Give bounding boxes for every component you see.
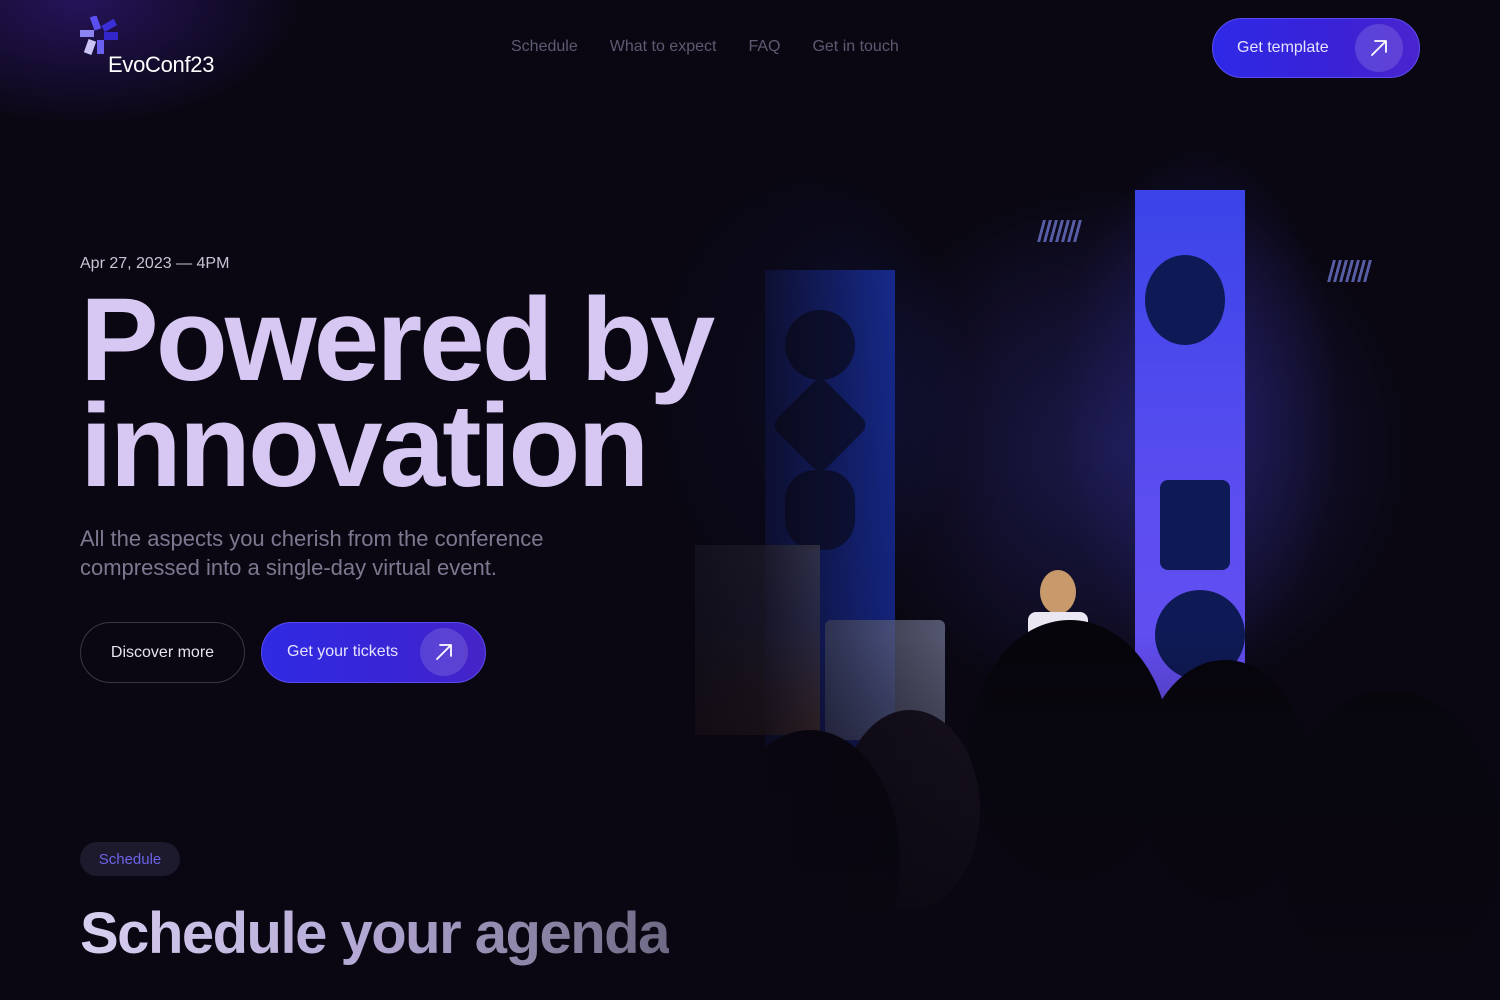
hero-headline: Powered by innovation — [80, 281, 820, 505]
nav-item-schedule[interactable]: Schedule — [511, 38, 578, 56]
nav-item-faq[interactable]: FAQ — [748, 38, 780, 56]
headline-line-2: innovation — [80, 380, 650, 512]
asterisk-logo-icon — [80, 16, 118, 55]
get-template-label: Get template — [1237, 39, 1329, 56]
event-date: Apr 27, 2023 — 4PM — [80, 255, 230, 272]
hero-subtitle: All the aspects you cherish from the con… — [80, 526, 544, 580]
get-tickets-label: Get your tickets — [287, 643, 399, 660]
brand-logo[interactable]: EvoConf23 — [80, 16, 240, 80]
brand-name: EvoConf23 — [108, 52, 215, 77]
get-template-button[interactable]: Get template — [1212, 18, 1420, 78]
site-header: EvoConf23 Schedule What to expect FAQ Ge… — [80, 16, 1420, 80]
arrow-up-right-icon — [1355, 24, 1403, 72]
schedule-tag: Schedule — [80, 842, 180, 876]
discover-more-button[interactable]: Discover more — [80, 622, 245, 683]
nav-item-what-to-expect[interactable]: What to expect — [610, 38, 717, 56]
main-nav: Schedule What to expect FAQ Get in touch — [511, 38, 899, 56]
page: EvoConf23 Schedule What to expect FAQ Ge… — [0, 0, 1500, 1000]
arrow-up-right-icon — [420, 628, 468, 676]
schedule-section-title: Schedule your agenda — [80, 901, 670, 966]
get-tickets-button[interactable]: Get your tickets — [261, 622, 486, 683]
nav-item-get-in-touch[interactable]: Get in touch — [812, 38, 898, 56]
hero-background-image — [600, 90, 1500, 1000]
